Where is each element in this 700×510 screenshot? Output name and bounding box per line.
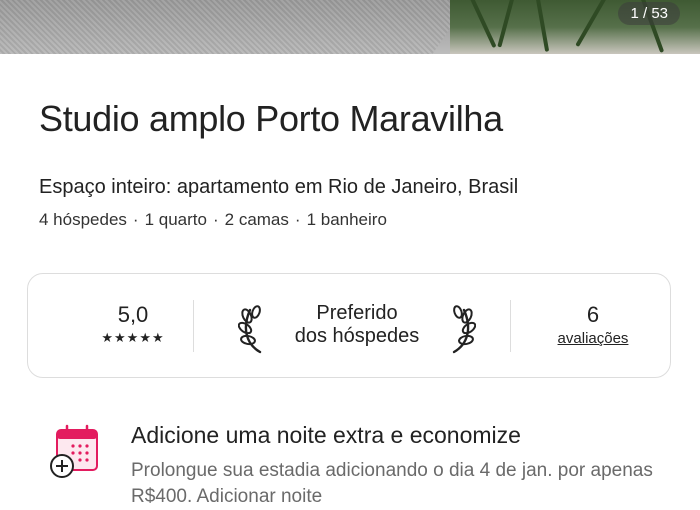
rating-stars: ★★★★★	[101, 330, 165, 345]
photo-stone-area	[0, 0, 470, 54]
bedrooms-count: 1 quarto	[144, 210, 207, 229]
calendar-plus-icon	[50, 424, 98, 478]
separator-dot: ·	[294, 210, 301, 229]
leaf-shape	[534, 0, 550, 52]
bathrooms-count: 1 banheiro	[306, 210, 387, 229]
guest-favorite-label: Preferido dos hóspedes	[278, 302, 436, 348]
guest-favorite-badge: Preferido dos hóspedes	[238, 296, 476, 356]
leaf-shape	[497, 0, 517, 48]
reviews-count: 6	[586, 302, 600, 327]
laurel-left-icon	[238, 305, 262, 354]
listing-details-sheet: Studio amplo Porto Maravilha Espaço inte…	[0, 54, 700, 507]
listing-photo[interactable]: 1 / 53	[0, 0, 700, 54]
separator-dot: ·	[212, 210, 219, 229]
badge-line-2: dos hóspedes	[294, 325, 420, 347]
laurel-right-icon	[452, 305, 476, 354]
rating-value: 5,0	[117, 302, 149, 327]
guests-count: 4 hóspedes	[39, 210, 127, 229]
listing-subtitle: Espaço inteiro: apartamento em Rio de Ja…	[39, 176, 519, 198]
rating-card: 5,0 ★★★★★ Preferido dos hóspedes 6 avali…	[27, 273, 671, 378]
extra-night-promo[interactable]: Adicione uma noite extra e economize Pro…	[39, 414, 679, 507]
promo-body: Prolongue sua estadia adicionando o dia …	[131, 460, 653, 507]
reviews-link[interactable]: avaliações	[538, 330, 648, 347]
leaf-shape	[467, 0, 497, 49]
card-divider	[193, 300, 194, 352]
card-divider	[510, 300, 511, 352]
rating-score: 5,0 ★★★★★	[88, 302, 178, 346]
listing-title: Studio amplo Porto Maravilha	[39, 98, 503, 139]
promo-heading: Adicione uma noite extra e economize	[131, 422, 521, 448]
leaf-shape	[575, 0, 609, 47]
photo-counter: 1 / 53	[618, 2, 680, 25]
badge-line-1: Preferido	[316, 302, 398, 324]
separator-dot: ·	[132, 210, 139, 229]
beds-count: 2 camas	[224, 210, 289, 229]
listing-details: 4 hóspedes · 1 quarto · 2 camas · 1 banheiro	[39, 210, 387, 230]
reviews-summary[interactable]: 6 avaliações	[538, 302, 648, 347]
